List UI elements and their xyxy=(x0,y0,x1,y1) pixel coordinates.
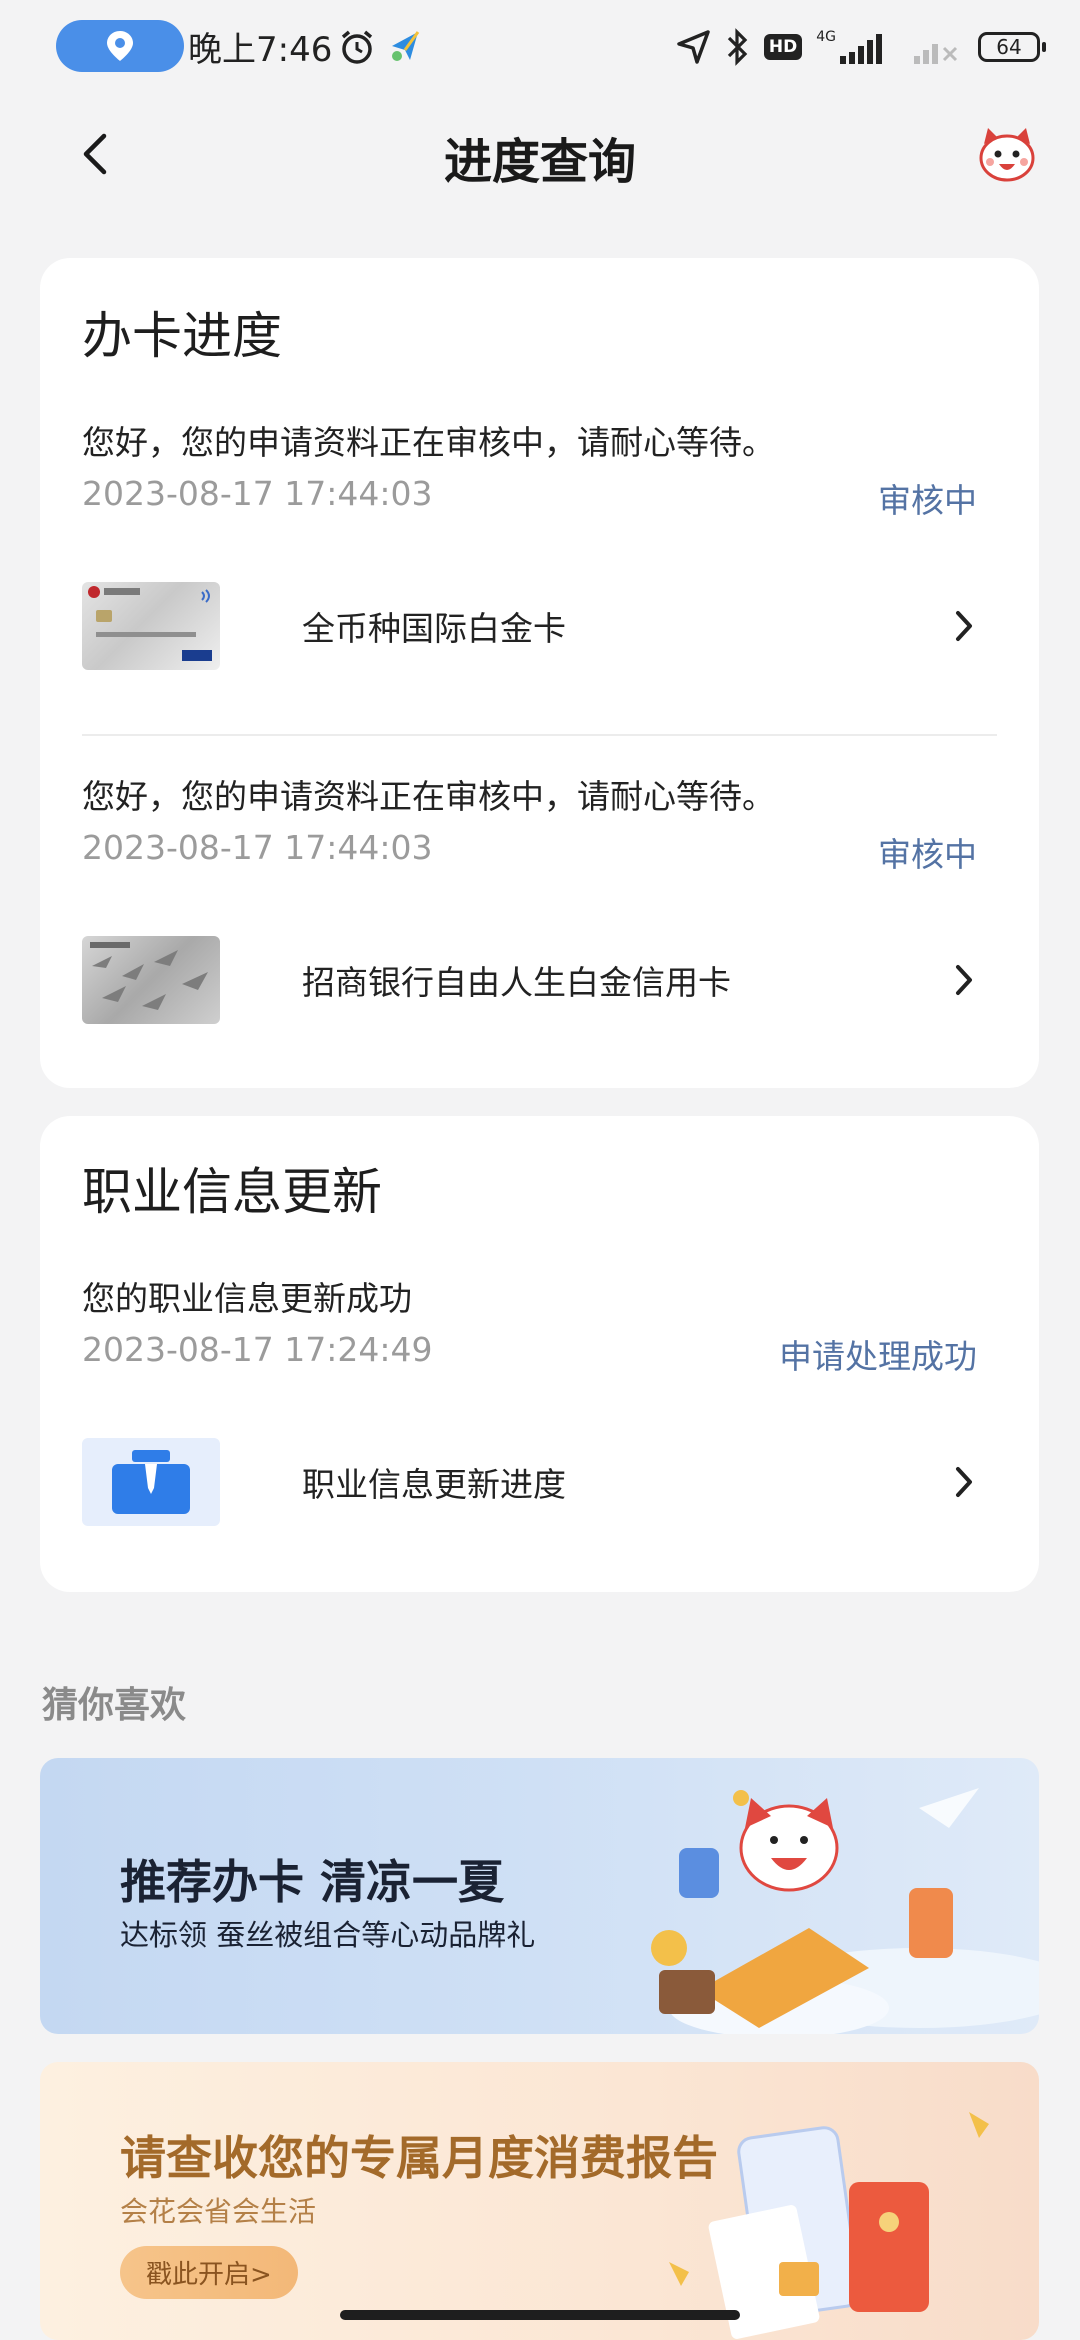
chevron-right-icon xyxy=(956,611,972,641)
job-info-panel: 职业信息更新 您的职业信息更新成功 2023-08-17 17:24:49 申请… xyxy=(40,1116,1039,1592)
briefcase-thumbnail xyxy=(82,1438,220,1526)
job-info-timestamp: 2023-08-17 17:24:49 xyxy=(82,1330,433,1369)
briefcase-icon xyxy=(112,1450,190,1514)
progress-message: 您好，您的申请资料正在审核中，请耐心等待。 xyxy=(82,423,775,462)
cat-mascot-icon[interactable] xyxy=(974,120,1040,186)
location-indicator[interactable] xyxy=(56,20,184,72)
card-progress-title: 办卡进度 xyxy=(82,307,282,365)
visa-card-icon xyxy=(88,586,212,661)
card-item-platinum[interactable]: 全币种国际白金卡 xyxy=(82,582,997,672)
navigation-arrow-icon xyxy=(677,30,710,64)
banner-subtitle: 达标领 蚕丝被组合等心动品牌礼 xyxy=(120,1918,536,1952)
battery-indicator: 64 xyxy=(978,32,1046,62)
card-name-label: 全币种国际白金卡 xyxy=(302,609,566,648)
job-info-progress-item[interactable]: 职业信息更新进度 xyxy=(82,1438,997,1528)
card-name-label: 招商银行自由人生白金信用卡 xyxy=(302,963,731,1002)
nav-bar: 进度查询 xyxy=(0,112,1080,196)
bird-pattern-card-icon xyxy=(90,942,208,1010)
signal-sim2-icon xyxy=(914,44,958,64)
progress-status: 审核中 xyxy=(878,835,977,874)
card-progress-panel: 办卡进度 您好，您的申请资料正在审核中，请耐心等待。 2023-08-17 17… xyxy=(40,258,1039,1088)
network-type: 4G xyxy=(816,29,836,45)
alarm-icon xyxy=(341,30,373,64)
recommend-heading: 猜你喜欢 xyxy=(42,1685,187,1726)
banner-title: 推荐办卡 清凉一夏 xyxy=(120,1855,505,1909)
status-bar: 晚上7:46 HD 4G 64 xyxy=(0,0,1080,96)
report-phone-illustration xyxy=(669,2112,989,2339)
mascot-travel-illustration xyxy=(651,1788,1039,2034)
progress-timestamp: 2023-08-17 17:44:03 xyxy=(82,828,433,867)
chevron-right-icon xyxy=(956,965,972,995)
status-time: 晚上7:46 xyxy=(188,30,333,70)
recommend-card-banner[interactable]: 推荐办卡 清凉一夏 达标领 蚕丝被组合等心动品牌礼 xyxy=(40,1758,1039,2034)
job-info-progress-label: 职业信息更新进度 xyxy=(302,1465,566,1504)
banner-title: 请查收您的专属月度消费报告 xyxy=(120,2131,718,2185)
location-pin-icon xyxy=(107,31,133,61)
card-thumbnail-visa xyxy=(82,582,220,670)
job-info-status: 申请处理成功 xyxy=(779,1337,977,1376)
card-item-freedom[interactable]: 招商银行自由人生白金信用卡 xyxy=(82,936,997,1026)
hd-badge: HD xyxy=(763,34,803,60)
bluetooth-icon xyxy=(727,28,748,66)
card-thumbnail-freedom xyxy=(82,936,220,1024)
signal-strength-icon xyxy=(840,34,882,64)
banner-subtitle: 会花会省会生活 xyxy=(120,2195,317,2228)
app-notification-icon xyxy=(392,31,420,61)
job-info-title: 职业信息更新 xyxy=(82,1163,382,1221)
progress-message: 您好，您的申请资料正在审核中，请耐心等待。 xyxy=(82,777,775,816)
divider xyxy=(82,734,997,736)
open-report-button[interactable]: 戳此开启> xyxy=(120,2246,298,2299)
spending-report-banner[interactable]: 请查收您的专属月度消费报告 会花会省会生活 戳此开启> xyxy=(40,2062,1039,2340)
progress-timestamp: 2023-08-17 17:44:03 xyxy=(82,474,433,513)
page-title: 进度查询 xyxy=(443,134,636,190)
progress-status: 审核中 xyxy=(878,481,977,520)
chevron-right-icon xyxy=(956,1467,972,1497)
home-indicator[interactable] xyxy=(340,2310,740,2320)
job-info-message: 您的职业信息更新成功 xyxy=(82,1279,412,1318)
